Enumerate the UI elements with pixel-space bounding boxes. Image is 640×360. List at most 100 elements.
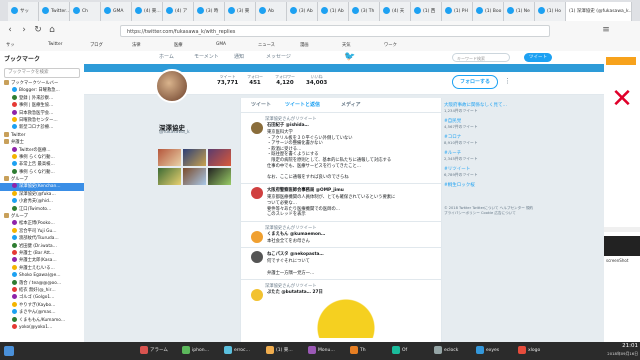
sidebar-bookmark[interactable]: 小倉秀夫(@hid…	[0, 198, 84, 205]
tab-media[interactable]: メディア	[341, 98, 361, 112]
sidebar-bookmark[interactable]: 事例 | 医療生協…	[0, 102, 84, 109]
bookmark-item[interactable]: サッ	[6, 42, 15, 48]
tweet-avatar[interactable]	[251, 187, 263, 200]
sidebar-bookmark[interactable]: 事例 らくな行動…	[0, 168, 84, 176]
tweet-author[interactable]: くまえもん @kumaemon…	[267, 231, 325, 237]
taskbar-item[interactable]: eclock	[434, 344, 474, 358]
media-thumb[interactable]	[183, 149, 206, 166]
media-thumb[interactable]	[158, 149, 181, 166]
sidebar-folder[interactable]: Twitter	[0, 131, 84, 139]
sidebar-bookmark[interactable]: 落合 / tea@@@oo…	[0, 279, 84, 287]
stat-following[interactable]: フォロー 451	[247, 74, 263, 86]
sidebar-bookmark[interactable]: 新型コロナ診療…	[0, 124, 84, 131]
sidebar-bookmark[interactable]: 松本正博(Pooko…	[0, 220, 84, 227]
reload-icon[interactable]: ↻	[32, 24, 44, 36]
home-icon[interactable]: ⌂	[46, 24, 58, 36]
browser-tab[interactable]: GMA	[101, 2, 132, 21]
active-browser-tab[interactable]: (1) 深澤協史 (@fukasawa_k…	[566, 2, 632, 21]
sidebar-bookmark[interactable]: 岩田健 (Dr.iwata…	[0, 242, 84, 250]
browser-tab[interactable]: (1) Boo	[473, 2, 504, 21]
media-thumb[interactable]	[208, 168, 231, 185]
browser-tab[interactable]: (1) 西	[411, 2, 442, 21]
stat-followers[interactable]: フォロワー 4,120	[275, 74, 295, 86]
browser-tab[interactable]: (4) 天	[380, 2, 411, 21]
sidebar-bookmark[interactable]: Shoko Egawa(@e…	[0, 272, 84, 279]
sidebar-bookmark[interactable]: 登録 | 外来診察…	[0, 94, 84, 102]
tweet-avatar[interactable]	[251, 289, 263, 302]
taskbar-item[interactable]: Th	[350, 344, 390, 358]
bookmark-item[interactable]: 医療	[174, 42, 183, 48]
sidebar-bookmark[interactable]: くまももん/Kumamo…	[0, 316, 84, 324]
bookmark-item[interactable]: Twitter	[48, 42, 62, 47]
nav-home[interactable]: ホーム	[159, 51, 174, 64]
taskbar-item[interactable]: (1) 東…	[266, 344, 306, 358]
close-x-icon[interactable]: ✕	[604, 79, 640, 119]
sidebar-bookmark[interactable]: 日本救急医学会…	[0, 109, 84, 117]
start-menu-icon[interactable]	[4, 346, 14, 356]
menu-icon[interactable]: ≡	[600, 24, 612, 36]
bookmark-item[interactable]: 法律	[132, 42, 141, 48]
sidebar-bookmark[interactable]: ゴルゴ (Golgo1…	[0, 294, 84, 301]
sidebar-bookmark[interactable]: 日曜救急センター…	[0, 116, 84, 124]
sidebar-folder[interactable]: グループ	[0, 176, 84, 183]
tweet-author[interactable]: ねこパスタ @nekopasta…	[267, 251, 324, 257]
taskbar-item[interactable]: Monu…	[308, 344, 348, 358]
tweet-author[interactable]: ぶたた @butatata… 27日	[267, 289, 323, 295]
nav-messages[interactable]: メッセージ	[266, 51, 291, 64]
sidebar-search-input[interactable]: ブックマークを検索	[4, 68, 80, 78]
browser-tab[interactable]: (4) 東…	[132, 2, 163, 21]
sidebar-bookmark[interactable]: 渡部紋代/Tsuruda…	[0, 235, 84, 242]
sidebar-bookmark[interactable]: 弁護士えむ/いる…	[0, 264, 84, 272]
stat-likes[interactable]: いいね 34,003	[306, 74, 327, 86]
tweet-button[interactable]: ツイート	[524, 53, 552, 62]
sidebar-bookmark[interactable]: 弁護士 (Bar Att…	[0, 249, 84, 257]
taskbar-item[interactable]: erroc…	[224, 344, 264, 358]
follow-button[interactable]: フォローする	[452, 75, 498, 89]
back-icon[interactable]: ‹	[4, 24, 16, 36]
sidebar-bookmark[interactable]: 弁護士太郎(Kasa…	[0, 257, 84, 264]
sidebar-bookmark[interactable]: 事例 らくな行動…	[0, 153, 84, 161]
bookmark-item[interactable]: GMA	[216, 42, 226, 47]
tweet-avatar[interactable]	[251, 122, 263, 134]
sidebar-bookmark[interactable]: 非常上告 最高検…	[0, 161, 84, 168]
browser-tab[interactable]: (1) Ho	[535, 2, 566, 21]
browser-tab[interactable]: (1) Ne	[504, 2, 535, 21]
sidebar-bookmark[interactable]: 宮合平司 Yuji Gu…	[0, 227, 84, 235]
nav-moments[interactable]: モーメント	[194, 51, 219, 64]
forward-icon[interactable]: ›	[18, 24, 30, 36]
trend-link[interactable]: #桐生ロック桜	[444, 182, 475, 188]
browser-tab[interactable]: (3) 時	[194, 2, 225, 21]
tweet-media-image[interactable]	[271, 298, 421, 338]
stat-tweets[interactable]: ツイート 73,771	[217, 74, 238, 86]
bookmark-item[interactable]: 漫画	[300, 42, 309, 48]
browser-tab[interactable]: (3) Ab	[287, 2, 318, 21]
media-thumb[interactable]	[158, 168, 181, 185]
sidebar-bookmark[interactable]: 結衣 無好(@_hir…	[0, 286, 84, 294]
sidebar-folder[interactable]: グループ	[0, 213, 84, 220]
media-thumb[interactable]	[183, 168, 206, 185]
tab-tweets-replies[interactable]: ツイートと返信	[285, 98, 320, 112]
sidebar-bookmark[interactable]: 江口(Twimoto…	[0, 205, 84, 213]
sidebar-bookmark[interactable]: Blogger: 日曜救急…	[0, 87, 84, 94]
browser-tab[interactable]: (3) Th	[349, 2, 380, 21]
browser-tab[interactable]: Ab	[256, 2, 287, 21]
sidebar-bookmark[interactable]: 深澤協史(@fuka…	[0, 190, 84, 198]
twitter-search-input[interactable]: キーワード検索	[452, 53, 510, 62]
bookmark-item[interactable]: ニュース	[258, 42, 275, 48]
taskbar-item[interactable]: iphon…	[182, 344, 222, 358]
browser-tab[interactable]: (3) 東	[225, 2, 256, 21]
taskbar-item[interactable]: exyes	[476, 344, 516, 358]
nav-notifications[interactable]: 通知	[234, 51, 244, 64]
browser-tab[interactable]: Ch	[70, 2, 101, 21]
tweet-avatar[interactable]	[251, 251, 263, 264]
sidebar-bookmark[interactable]: やりすぎ(Kaybo…	[0, 301, 84, 309]
more-options-icon[interactable]: ⋮	[504, 77, 511, 85]
sidebar-folder[interactable]: ブックマークツールバー	[0, 80, 84, 87]
taskbar-item[interactable]: xlogo	[518, 344, 558, 358]
bookmark-item[interactable]: ブログ	[90, 42, 103, 48]
sidebar-bookmark[interactable]: まさやん(@mas…	[0, 309, 84, 316]
avatar[interactable]	[155, 69, 189, 103]
tweet-author[interactable]: 大阪府警察医師会事務局 @OMP_jimu	[267, 187, 344, 193]
url-input[interactable]: https://twitter.com/fukasawa_k/with_repl…	[120, 25, 550, 37]
browser-tab[interactable]: サッ	[8, 2, 39, 21]
